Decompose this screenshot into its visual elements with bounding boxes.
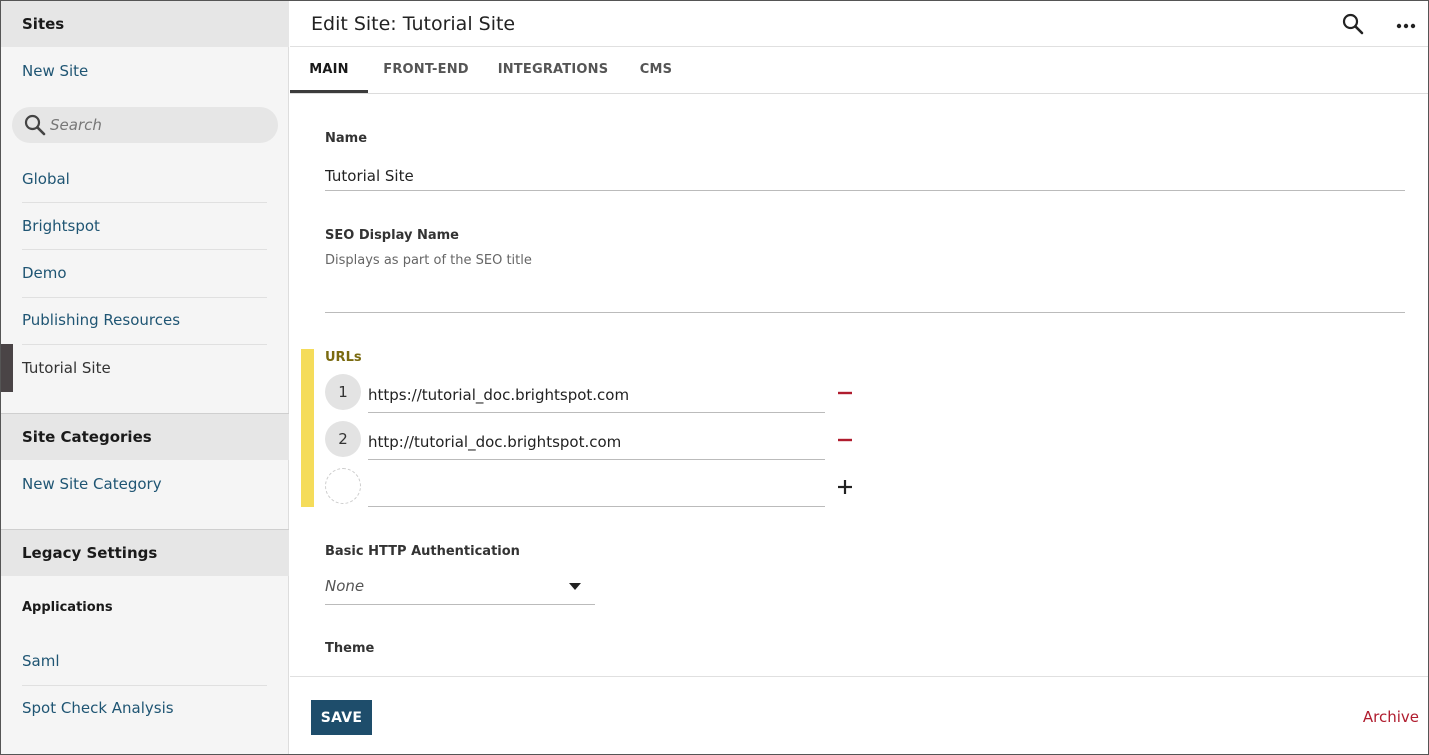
active-item-marker bbox=[1, 344, 13, 392]
divider bbox=[22, 297, 267, 298]
name-field[interactable] bbox=[325, 161, 1405, 191]
sidebar: Sites New Site Global Brightspot Demo Pu… bbox=[1, 1, 289, 754]
tab-cms[interactable]: CMS bbox=[634, 47, 678, 93]
sidebar-item-tutorial-site[interactable]: Tutorial Site bbox=[22, 359, 111, 377]
divider bbox=[22, 344, 267, 345]
archive-link[interactable]: Archive bbox=[1363, 708, 1419, 726]
divider bbox=[22, 249, 267, 250]
new-url-field[interactable] bbox=[368, 471, 825, 507]
site-categories-header: Site Categories bbox=[1, 414, 289, 460]
url-field-2[interactable] bbox=[368, 424, 825, 460]
search-icon[interactable] bbox=[1342, 13, 1364, 39]
caret-down-icon bbox=[569, 583, 581, 590]
sidebar-item-publishing-resources[interactable]: Publishing Resources bbox=[22, 311, 180, 329]
tab-integrations[interactable]: INTEGRATIONS bbox=[497, 47, 609, 93]
remove-url-icon[interactable] bbox=[835, 430, 855, 450]
sidebar-item-spot-check-analysis[interactable]: Spot Check Analysis bbox=[22, 699, 174, 717]
add-url-icon[interactable] bbox=[835, 477, 855, 497]
sidebar-item-saml[interactable]: Saml bbox=[22, 652, 60, 670]
seo-display-name-field[interactable] bbox=[325, 281, 1405, 313]
main-panel: Edit Site: Tutorial Site MAIN FRONT-END … bbox=[290, 1, 1428, 754]
top-bar: Edit Site: Tutorial Site bbox=[290, 1, 1428, 47]
applications-label: Applications bbox=[22, 600, 113, 615]
app-window: Sites New Site Global Brightspot Demo Pu… bbox=[0, 0, 1429, 755]
divider bbox=[22, 685, 267, 686]
footer-actions: SAVE Archive bbox=[290, 676, 1428, 754]
more-options-icon[interactable] bbox=[1396, 17, 1416, 36]
new-site-link[interactable]: New Site bbox=[22, 62, 88, 80]
new-site-category-link[interactable]: New Site Category bbox=[22, 475, 162, 493]
search-icon bbox=[24, 114, 46, 140]
tab-bar: MAIN FRONT-END INTEGRATIONS CMS bbox=[290, 47, 1428, 94]
remove-url-icon[interactable] bbox=[835, 383, 855, 403]
legacy-settings-header: Legacy Settings bbox=[1, 530, 289, 576]
name-label: Name bbox=[325, 131, 368, 146]
sidebar-item-demo[interactable]: Demo bbox=[22, 264, 67, 282]
sites-header: Sites bbox=[1, 1, 289, 47]
url-field-1[interactable] bbox=[368, 377, 825, 413]
seo-help-text: Displays as part of the SEO title bbox=[325, 253, 532, 268]
seo-display-name-label: SEO Display Name bbox=[325, 228, 459, 243]
url-index-badge: 1 bbox=[325, 374, 361, 410]
tab-front-end[interactable]: FRONT-END bbox=[380, 47, 472, 93]
page-title: Edit Site: Tutorial Site bbox=[311, 13, 516, 35]
selected-value: None bbox=[325, 577, 365, 595]
site-search[interactable] bbox=[12, 107, 278, 143]
search-input[interactable] bbox=[50, 107, 270, 143]
new-url-placeholder-badge bbox=[325, 468, 361, 504]
urls-field-marker bbox=[301, 349, 314, 507]
basic-http-auth-select[interactable]: None bbox=[325, 571, 595, 605]
sidebar-item-brightspot[interactable]: Brightspot bbox=[22, 217, 100, 235]
tab-main[interactable]: MAIN bbox=[290, 47, 368, 93]
urls-label: URLs bbox=[325, 350, 362, 365]
theme-label: Theme bbox=[325, 641, 375, 656]
url-index-badge: 2 bbox=[325, 421, 361, 457]
sidebar-item-global[interactable]: Global bbox=[22, 170, 70, 188]
divider bbox=[22, 202, 267, 203]
basic-http-auth-label: Basic HTTP Authentication bbox=[325, 544, 520, 559]
save-button[interactable]: SAVE bbox=[311, 700, 372, 735]
